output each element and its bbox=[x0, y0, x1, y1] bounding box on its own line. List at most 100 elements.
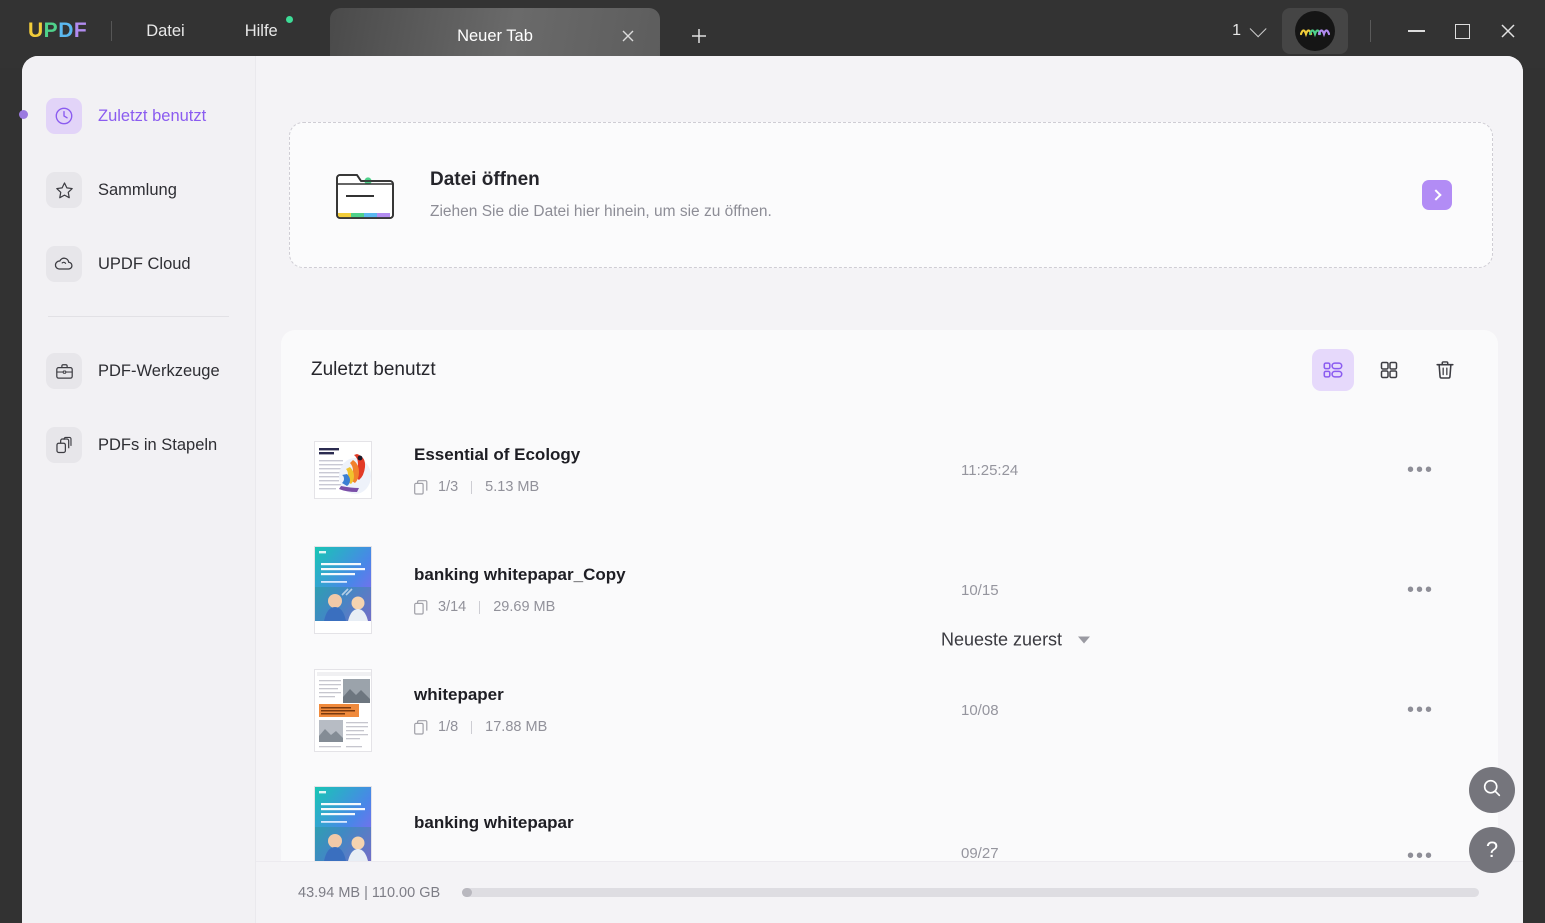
logo-letter-p: P bbox=[43, 19, 59, 42]
file-name: banking whitepapar_Copy bbox=[414, 565, 626, 584]
grid-view-icon[interactable] bbox=[1368, 349, 1410, 391]
menu-hilfe[interactable]: Hilfe bbox=[235, 15, 293, 45]
sidebar-item-zuletzt-benutzt[interactable]: Zuletzt benutzt bbox=[38, 94, 239, 138]
file-list: Essential of Ecology 1/3 5.13 MB 11:25:2… bbox=[281, 410, 1498, 890]
open-file-dropzone[interactable]: Datei öffnen Ziehen Sie die Datei hier h… bbox=[289, 122, 1493, 268]
search-fab[interactable] bbox=[1469, 767, 1515, 813]
storage-progress-fill bbox=[462, 888, 473, 897]
pages-icon bbox=[414, 599, 428, 615]
avatar-button[interactable] bbox=[1282, 8, 1348, 54]
window-controls-divider bbox=[1370, 20, 1371, 42]
sidebar: Zuletzt benutzt Sammlung UPDF Cloud PDF-… bbox=[22, 56, 256, 923]
help-fab[interactable]: ? bbox=[1469, 827, 1515, 873]
pages-icon bbox=[414, 719, 428, 735]
search-icon bbox=[1481, 777, 1503, 804]
briefcase-icon bbox=[46, 353, 82, 389]
logo-letter-f: F bbox=[73, 19, 88, 42]
table-row[interactable]: banking whitepapar_Copy 3/14 29.69 MB 10… bbox=[281, 530, 1466, 650]
dropzone-title: Datei öffnen bbox=[430, 169, 540, 190]
trash-icon[interactable] bbox=[1424, 349, 1466, 391]
file-meta: 3/14 29.69 MB bbox=[414, 599, 626, 615]
sidebar-item-pdf-werkzeuge[interactable]: PDF-Werkzeuge bbox=[38, 349, 239, 393]
dropzone-text: Datei öffnen Ziehen Sie die Datei hier h… bbox=[430, 169, 772, 221]
tab-label: Neuer Tab bbox=[457, 26, 533, 45]
file-size: 17.88 MB bbox=[485, 719, 548, 735]
file-pages: 1/3 bbox=[438, 479, 459, 495]
main-content: Datei öffnen Ziehen Sie die Datei hier h… bbox=[256, 56, 1523, 923]
file-date: 09/27 bbox=[961, 845, 999, 862]
view-toggle-group bbox=[1312, 349, 1466, 391]
folder-icon bbox=[334, 167, 396, 223]
file-meta: 1/8 17.88 MB bbox=[414, 719, 547, 735]
title-bar-right: 1 bbox=[1232, 0, 1545, 62]
close-icon[interactable] bbox=[618, 26, 638, 46]
sidebar-item-label: Zuletzt benutzt bbox=[98, 106, 207, 125]
more-options-icon[interactable]: ••• bbox=[1407, 579, 1434, 602]
file-info: banking whitepapar bbox=[414, 813, 574, 847]
sidebar-item-pdfs-in-stapeln[interactable]: PDFs in Stapeln bbox=[38, 423, 239, 467]
logo-letter-d: D bbox=[58, 19, 74, 42]
clock-icon bbox=[46, 98, 82, 134]
file-name: whitepaper bbox=[414, 685, 504, 704]
file-thumbnail bbox=[314, 546, 372, 634]
sidebar-item-label: PDFs in Stapeln bbox=[98, 435, 218, 454]
logo-letter-u: U bbox=[28, 19, 44, 42]
app-shell: Zuletzt benutzt Sammlung UPDF Cloud PDF-… bbox=[22, 56, 1523, 923]
chevron-right-icon[interactable] bbox=[1422, 180, 1452, 210]
file-pages: 3/14 bbox=[438, 599, 467, 615]
sidebar-item-updf-cloud[interactable]: UPDF Cloud bbox=[38, 242, 239, 286]
page-title: Zuletzt benutzt bbox=[311, 359, 436, 380]
meta-divider bbox=[471, 480, 473, 494]
meta-divider bbox=[479, 600, 481, 614]
minimize-icon[interactable] bbox=[1393, 8, 1439, 54]
recent-files-panel: Zuletzt benutzt Neueste zuerst Essential… bbox=[281, 330, 1498, 923]
sidebar-item-label: UPDF Cloud bbox=[98, 254, 191, 273]
tab-count-dropdown[interactable]: 1 bbox=[1232, 20, 1267, 40]
file-name: Essential of Ecology bbox=[414, 445, 581, 464]
plus-icon[interactable] bbox=[686, 23, 712, 49]
file-thumbnail bbox=[314, 668, 372, 752]
pages-icon bbox=[414, 479, 428, 495]
file-name: banking whitepapar bbox=[414, 813, 574, 832]
file-size: 5.13 MB bbox=[485, 479, 540, 495]
file-meta: 1/3 5.13 MB bbox=[414, 479, 580, 495]
sidebar-item-label: PDF-Werkzeuge bbox=[98, 361, 220, 380]
sidebar-item-sammlung[interactable]: Sammlung bbox=[38, 168, 239, 212]
avatar bbox=[1295, 11, 1335, 51]
file-date: 10/15 bbox=[961, 581, 999, 599]
star-icon bbox=[46, 172, 82, 208]
chevron-down-icon bbox=[1249, 20, 1267, 38]
cloud-icon bbox=[46, 246, 82, 282]
file-info: Essential of Ecology 1/3 5.13 MB bbox=[414, 445, 580, 495]
title-bar-left: U P D F Datei Hilfe bbox=[0, 0, 293, 62]
more-options-icon[interactable]: ••• bbox=[1407, 459, 1434, 482]
file-size: 29.69 MB bbox=[493, 599, 556, 615]
storage-label: 43.94 MB | 110.00 GB bbox=[298, 884, 441, 901]
table-row[interactable]: Essential of Ecology 1/3 5.13 MB 11:25:2… bbox=[281, 410, 1466, 530]
notification-dot-icon bbox=[285, 15, 293, 23]
menu-datei[interactable]: Datei bbox=[136, 18, 195, 45]
file-date: 10/08 bbox=[961, 701, 999, 719]
active-indicator-dot bbox=[19, 110, 28, 119]
dropzone-subtitle: Ziehen Sie die Datei hier hinein, um sie… bbox=[430, 203, 772, 220]
file-info: whitepaper 1/8 17.88 MB bbox=[414, 685, 547, 735]
sidebar-item-label: Sammlung bbox=[98, 180, 177, 199]
list-view-icon[interactable] bbox=[1312, 349, 1354, 391]
title-bar-divider bbox=[111, 21, 113, 41]
status-bar: 43.94 MB | 110.00 GB bbox=[256, 861, 1523, 923]
recent-toolbar: Zuletzt benutzt Neueste zuerst bbox=[281, 330, 1498, 650]
updf-logo: U P D F bbox=[28, 19, 87, 43]
app-window: U P D F Datei Hilfe Neuer Tab 1 Zuletzt … bbox=[0, 0, 1545, 923]
window-close-icon[interactable] bbox=[1485, 8, 1531, 54]
more-options-icon[interactable]: ••• bbox=[1407, 699, 1434, 722]
menu-hilfe-label: Hilfe bbox=[244, 21, 278, 40]
file-pages: 1/8 bbox=[438, 719, 459, 735]
tab-count-label: 1 bbox=[1232, 22, 1241, 39]
file-thumbnail bbox=[314, 441, 372, 499]
table-row[interactable]: whitepaper 1/8 17.88 MB 10/08 ••• bbox=[281, 650, 1466, 770]
file-date: 11:25:24 bbox=[961, 461, 1019, 479]
stack-icon bbox=[46, 427, 82, 463]
meta-divider bbox=[471, 720, 473, 734]
maximize-icon[interactable] bbox=[1439, 8, 1485, 54]
sidebar-divider bbox=[48, 316, 229, 317]
